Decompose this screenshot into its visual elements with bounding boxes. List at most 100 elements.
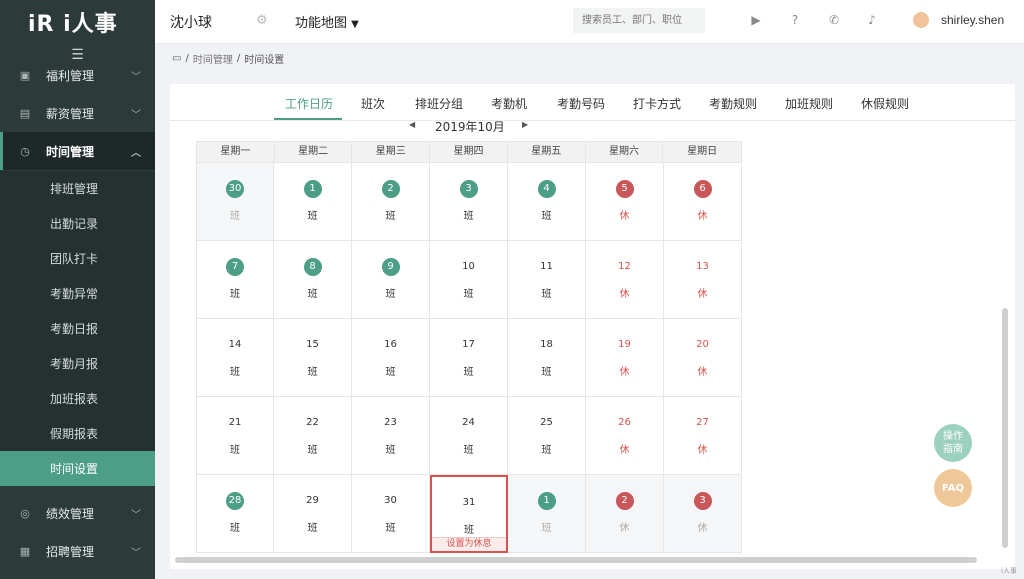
avatar[interactable] [913,12,929,28]
sidebar-sub-team-clock[interactable]: 团队打卡 [0,241,155,276]
calendar-day-cell[interactable]: 4班 [508,163,586,241]
gear-icon[interactable]: ⚙ [256,13,268,28]
day-status: 班 [307,445,318,456]
calendar-day-cell[interactable]: 3休 [664,475,742,553]
calendar-day-cell[interactable]: 5休 [586,163,664,241]
calendar-day-cell[interactable]: 25 班 [508,397,586,475]
search-input[interactable] [573,8,705,33]
sidebar-sub-daily[interactable]: 考勤日报 [0,311,155,346]
sidebar-sub-monthly[interactable]: 考勤月报 [0,346,155,381]
sidebar-item-time[interactable]: ◷ 时间管理 ︿ [0,132,155,170]
calendar-day-cell[interactable]: 30 班 [352,475,430,553]
calendar-day-cell[interactable]: 9班 [352,241,430,319]
calendar-day-cell[interactable]: 20 休 [664,319,742,397]
calendar-day-cell[interactable]: 28 班 [196,475,274,553]
calendar-day-cell[interactable]: 16 班 [352,319,430,397]
calendar-day-cell[interactable]: 11 班 [508,241,586,319]
calendar-day-cell[interactable]: 10 班 [430,241,508,319]
tab-attendance-number[interactable]: 考勤号码 [557,95,605,112]
guide-button[interactable]: 操作 指南 [934,424,972,462]
calendar-day-cell[interactable]: 29 班 [274,475,352,553]
day-number: 8 [303,258,322,276]
username[interactable]: shirley.shen [941,13,1004,27]
sidebar-sub-shift[interactable]: 排班管理 [0,171,155,206]
day-status: 班 [307,367,318,378]
sidebar-item-benefits[interactable]: ▣ 福利管理 ﹀ [0,56,155,94]
tab-shift-group[interactable]: 排班分组 [415,95,463,112]
set-rest-button[interactable]: 设置为休息 [432,537,506,551]
sidebar-sub-leave[interactable]: 假期报表 [0,416,155,451]
calendar-week-row: 28 班 29 班 30 班 31 班设置为休息 1 班 2 休 3 休 [196,475,742,553]
day-number: 17 [462,339,475,350]
day-number: 15 [306,339,319,350]
tab-overtime-rules[interactable]: 加班规则 [785,95,833,112]
sidebar-sub-overtime[interactable]: 加班报表 [0,381,155,416]
caret-down-icon: ▼ [351,19,359,30]
sidebar-item-payroll[interactable]: ▤ 薪资管理 ﹀ [0,94,155,132]
calendar-day-cell[interactable]: 19 休 [586,319,664,397]
video-icon[interactable]: ▶ [748,12,764,28]
calendar-day-cell[interactable]: 17 班 [430,319,508,397]
horizontal-scrollbar[interactable] [175,557,977,563]
calendar-day-cell[interactable]: 27 休 [664,397,742,475]
calendar-day-cell[interactable]: 22 班 [274,397,352,475]
day-status: 休 [697,289,708,300]
help-icon[interactable]: ? [787,12,803,28]
calendar-day-cell[interactable]: 21 班 [196,397,274,475]
tab-clock-machine[interactable]: 考勤机 [491,95,527,112]
tab-leave-rules[interactable]: 休假规则 [861,95,909,112]
weekday-label: 星期日 [687,146,718,157]
tab-clock-method[interactable]: 打卡方式 [633,95,681,112]
calendar-day-cell[interactable]: 26 休 [586,397,664,475]
company-name[interactable]: 沈小球 [170,12,212,32]
day-status: 班 [541,367,552,378]
tab-work-calendar[interactable]: 工作日历 [285,95,333,112]
sidebar-item-recruit[interactable]: ▦ 招聘管理 ﹀ [0,532,155,570]
faq-button[interactable]: FAQ [934,469,972,507]
calendar-day-cell[interactable]: 2休 [586,475,664,553]
vertical-scrollbar[interactable] [1002,308,1008,548]
calendar-day-cell[interactable]: 15 班 [274,319,352,397]
main-panel: 工作日历 班次 排班分组 考勤机 考勤号码 打卡方式 考勤规则 加班规则 休假规… [170,84,1015,569]
calendar-day-cell[interactable]: 23 班 [352,397,430,475]
prev-month-icon[interactable]: ◀ [409,120,415,129]
next-month-icon[interactable]: ▶ [522,120,528,129]
sidebar-sub-exceptions[interactable]: 考勤异常 [0,276,155,311]
chevron-down-icon: ﹀ [131,547,141,559]
tab-shift[interactable]: 班次 [361,95,385,112]
calendar-day-cell[interactable]: 30 班 [196,163,274,241]
phone-icon[interactable]: ✆ [826,12,842,28]
calendar-day-cell[interactable]: 13 休 [664,241,742,319]
calendar-day-cell[interactable]: 7班 [196,241,274,319]
day-status: 班 [307,289,318,300]
weekday-label: 星期三 [352,142,431,162]
day-status: 休 [619,523,630,534]
calendar-day-cell[interactable]: 1班 [508,475,586,553]
bell-icon[interactable]: ♪ [864,12,880,28]
breadcrumb-level1[interactable]: 时间管理 [193,51,233,66]
calendar-day-cell[interactable]: 14 班 [196,319,274,397]
monitor-icon[interactable]: ▭ [172,53,181,64]
calendar-day-cell[interactable]: 1班 [274,163,352,241]
sidebar-item-performance[interactable]: ◎ 绩效管理 ﹀ [0,494,155,532]
tab-attendance-rules[interactable]: 考勤规则 [709,95,757,112]
calendar-day-cell[interactable]: 24 班 [430,397,508,475]
calendar-day-cell[interactable]: 8班 [274,241,352,319]
calendar-day-cell[interactable]: 18 班 [508,319,586,397]
calendar-day-cell[interactable]: 6休 [664,163,742,241]
calendar-day-cell[interactable]: 31 班设置为休息 [430,475,508,553]
tab-bar: 工作日历 班次 排班分组 考勤机 考勤号码 打卡方式 考勤规则 加班规则 休假规… [170,84,1015,121]
function-map-dropdown[interactable]: 功能地图 ▼ [295,12,359,31]
sidebar-sub-attendance[interactable]: 出勤记录 [0,206,155,241]
day-status: 休 [619,445,630,456]
sidebar-sub-time-settings[interactable]: 时间设置 [0,451,155,486]
calendar-day-cell[interactable]: 12 休 [586,241,664,319]
calendar-day-cell[interactable]: 3班 [430,163,508,241]
chevron-up-icon: ︿ [131,147,141,159]
day-status: 班 [385,367,396,378]
chevron-down-icon: ﹀ [131,71,141,83]
calendar-week-row: 14 班 15 班 16 班 17 班 18 班 19 休 20 休 [196,319,742,397]
calendar-day-cell[interactable]: 2班 [352,163,430,241]
app-logo[interactable]: iR i人事 [0,0,155,44]
day-status: 休 [697,367,708,378]
